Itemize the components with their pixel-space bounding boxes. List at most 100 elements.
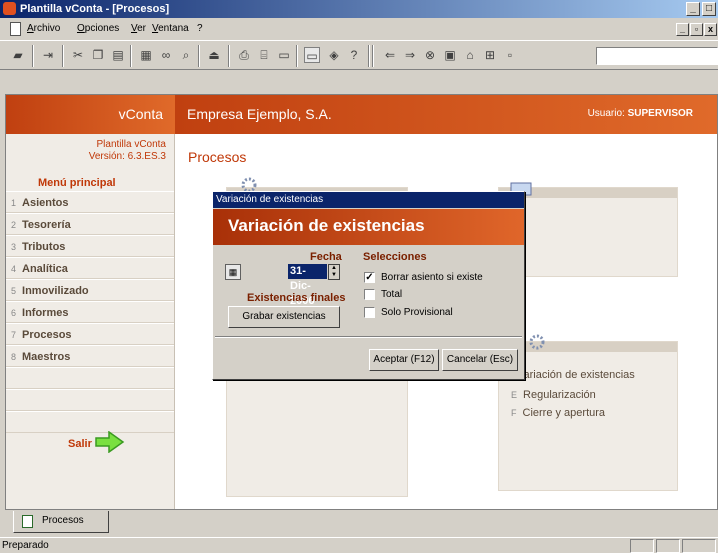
company-name: Empresa Ejemplo, S.A. <box>187 106 332 122</box>
sidebar-item-label: Analítica <box>22 263 68 275</box>
window-icon[interactable]: ▭ <box>304 47 320 63</box>
binoculars-icon[interactable]: ∞ <box>158 47 174 63</box>
open-icon[interactable]: ▰ <box>10 47 26 63</box>
toolbar-separator <box>130 45 132 67</box>
solo-provisional-checkbox[interactable] <box>364 307 375 318</box>
app-icon <box>3 2 16 15</box>
process-panel-top-right <box>498 187 678 277</box>
toolbar-separator <box>228 45 230 67</box>
forward-icon[interactable]: ⇒ <box>402 47 418 63</box>
date-value: 31-Dic-2006 <box>288 264 327 307</box>
date-field[interactable]: 31-Dic-2006 <box>243 264 327 307</box>
cut-icon[interactable]: ✂ <box>70 47 86 63</box>
aceptar-button[interactable]: Aceptar (F12) <box>369 349 439 371</box>
process-item-key: F <box>511 408 517 418</box>
maximize-button[interactable]: □ <box>702 2 716 16</box>
home-icon[interactable]: ⌂ <box>462 47 478 63</box>
table-icon[interactable]: ▦ <box>138 47 154 63</box>
mdi-close-button[interactable]: x <box>704 23 717 36</box>
menu-opciones[interactable]: Opciones <box>77 18 119 40</box>
zoom-icon[interactable]: ⌕ <box>178 47 194 63</box>
toolbar-separator <box>198 45 200 67</box>
back-icon[interactable]: ⇐ <box>382 47 398 63</box>
refresh-icon[interactable]: ▣ <box>442 47 458 63</box>
sidebar-item-asientos[interactable]: 1 Asientos <box>6 191 174 213</box>
sidebar-item-number: 5 <box>11 286 17 296</box>
sidebar-item-label: Tributos <box>22 241 66 253</box>
status-bar: Preparado <box>0 537 718 553</box>
mdi-restore-button[interactable]: ▫ <box>690 23 703 36</box>
sidebar-item-tesoreria[interactable]: 2 Tesorería <box>6 213 174 235</box>
search-web-icon[interactable]: ⊞ <box>482 47 498 63</box>
print-preview-icon[interactable]: ⌸ <box>256 47 272 63</box>
copy-icon[interactable]: ❐ <box>90 47 106 63</box>
print-icon[interactable]: ⎙ <box>236 47 252 63</box>
stop-icon[interactable]: ⊗ <box>422 47 438 63</box>
total-checkbox[interactable] <box>364 289 375 300</box>
menu-help[interactable]: ? <box>197 18 203 40</box>
toolbar-separator <box>368 45 370 67</box>
window-title: Plantilla vConta - [Procesos] <box>20 3 170 15</box>
sidebar-item-label: Asientos <box>22 197 69 209</box>
sidebar-item-analitica[interactable]: 4 Analítica <box>6 257 174 279</box>
exit-icon[interactable]: ⇥ <box>40 47 56 63</box>
borrar-asiento-label: Borrar asiento si existe <box>381 272 483 283</box>
sidebar-item-maestros[interactable]: 8 Maestros <box>6 345 174 367</box>
calendar-icon[interactable]: ▦ <box>225 264 241 280</box>
address-input[interactable] <box>596 47 718 65</box>
sidebar-item-informes[interactable]: 6 Informes <box>6 301 174 323</box>
title-bar: Plantilla vConta - [Procesos] _ □ <box>0 0 718 18</box>
document-icon <box>22 515 33 528</box>
menu-bar: Archivo Opciones Ver Ventana ? <box>0 18 718 40</box>
existencias-label: Existencias finales <box>247 292 346 304</box>
grabar-existencias-button[interactable]: Grabar existencias <box>228 306 340 328</box>
cancelar-button[interactable]: Cancelar (Esc) <box>442 349 518 371</box>
borrar-asiento-checkbox[interactable]: ✓ <box>364 272 375 283</box>
menu-ventana[interactable]: Ventana <box>152 18 189 40</box>
window-tabs: Procesos <box>5 511 718 534</box>
address-icon[interactable]: ▫ <box>502 47 518 63</box>
toolbar-separator <box>32 45 34 67</box>
sidebar-item-number: 1 <box>11 198 17 208</box>
help-icon[interactable]: ? <box>346 47 362 63</box>
toolbar-separator <box>62 45 64 67</box>
process-item[interactable]: F Cierre y apertura <box>511 407 605 419</box>
paste-icon[interactable]: ▤ <box>110 47 126 63</box>
status-text: Preparado <box>2 540 49 551</box>
process-item[interactable]: E Regularización <box>511 389 596 401</box>
sidebar: vConta Plantilla vConta Versión: 6.3.ES.… <box>6 95 175 509</box>
sidebar-item-number: 3 <box>11 242 17 252</box>
tag-icon[interactable]: ◈ <box>326 47 342 63</box>
variacion-dialog: Variación de existencias Variación de ex… <box>212 191 525 380</box>
sidebar-blank-row <box>6 367 174 389</box>
menu-archivo[interactable]: Archivo <box>27 18 60 40</box>
gears-icon <box>529 334 545 350</box>
dialog-title: Variación de existencias <box>213 192 524 208</box>
sidebar-item-inmovilizado[interactable]: 5 Inmovilizado <box>6 279 174 301</box>
sidebar-item-label: Inmovilizado <box>22 285 89 297</box>
app-window: Plantilla vConta - [Procesos] _ □ Archiv… <box>0 0 718 553</box>
version-product: Plantilla vConta <box>96 139 166 150</box>
sidebar-item-tributos[interactable]: 3 Tributos <box>6 235 174 257</box>
fecha-label: Fecha <box>310 251 342 263</box>
process-item[interactable]: Variación de existencias <box>511 369 635 381</box>
exit-arrow-icon[interactable] <box>95 431 125 453</box>
minimize-button[interactable]: _ <box>686 2 700 16</box>
toolbar-separator <box>296 45 298 67</box>
sidebar-blank-row <box>6 389 174 411</box>
page-setup-icon[interactable]: ▭ <box>276 47 292 63</box>
mdi-minimize-button[interactable]: _ <box>676 23 689 36</box>
filter-icon[interactable]: ⏏ <box>206 47 222 63</box>
dialog-banner: Variación de existencias <box>213 209 524 245</box>
sidebar-item-procesos[interactable]: 7 Procesos <box>6 323 174 345</box>
status-panel <box>656 539 680 553</box>
menu-ver[interactable]: Ver <box>131 18 146 40</box>
tab-procesos[interactable]: Procesos <box>13 511 109 533</box>
process-item-key: E <box>511 390 518 400</box>
date-spinner[interactable]: ▲ ▼ <box>328 264 340 280</box>
sidebar-item-label: Tesorería <box>22 219 71 231</box>
exit-button[interactable]: Salir <box>68 438 92 450</box>
sidebar-blank-row <box>6 411 174 433</box>
user-label: Usuario: <box>587 108 625 119</box>
sidebar-item-label: Procesos <box>22 329 72 341</box>
